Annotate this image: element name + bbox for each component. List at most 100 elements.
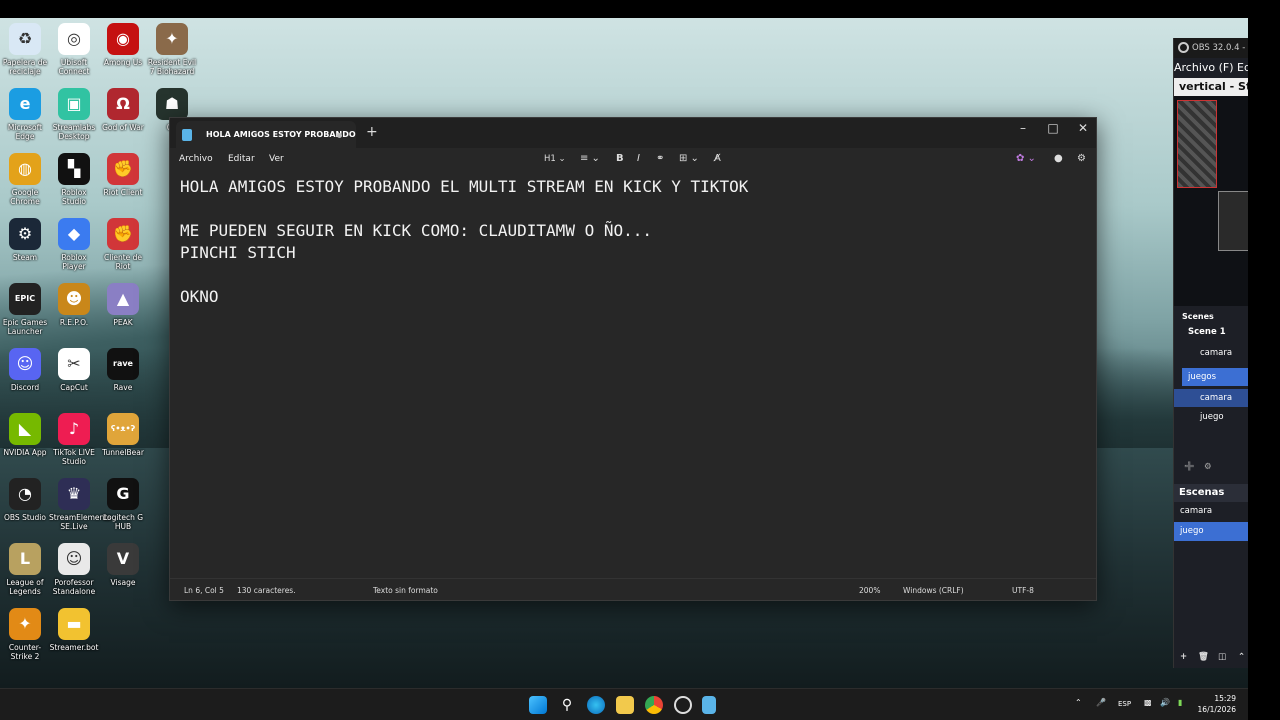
obs-add-scene-icon[interactable]: + <box>1180 652 1187 662</box>
status-char-count: 130 caracteres. <box>237 586 296 595</box>
desktop-icon[interactable]: ◎ Ubisoft Connect <box>49 23 99 76</box>
desktop-icon[interactable]: ♛ StreamElements SE.Live <box>49 478 111 531</box>
heading-select[interactable]: H1 ⌄ <box>544 154 566 164</box>
menu-ver[interactable]: Ver <box>269 154 284 164</box>
network-icon[interactable]: ▩ <box>1144 698 1152 707</box>
obs-titlebar[interactable]: OBS 32.0.4 - <box>1174 38 1248 58</box>
desktop-icon-label: Rave <box>113 383 133 392</box>
copilot-icon[interactable]: ✿ ⌄ <box>1016 153 1036 164</box>
desktop-icon[interactable]: ◍ Google Chrome <box>0 153 50 206</box>
desktop-icon[interactable]: EPIC Epic Games Launcher <box>0 283 50 336</box>
obs-add-icon[interactable]: ➕ <box>1184 462 1195 472</box>
desktop-icon[interactable]: ▣ Streamlabs Desktop <box>49 88 99 141</box>
obs-source-row[interactable]: camara <box>1174 344 1248 362</box>
status-line-ending[interactable]: Windows (CRLF) <box>903 586 964 595</box>
desktop-icon[interactable]: ☺ Discord <box>0 348 50 392</box>
obs-source-row[interactable]: juego <box>1174 408 1248 426</box>
desktop-icon[interactable]: G Logitech G HUB <box>98 478 148 531</box>
battery-icon[interactable]: ▮ <box>1178 698 1182 707</box>
microphone-icon[interactable]: 🎤 <box>1096 698 1106 707</box>
desktop-icon[interactable]: ◣ NVIDIA App <box>0 413 50 457</box>
obs-up-icon[interactable]: ⌃ <box>1238 652 1245 662</box>
notepad-editor[interactable]: HOLA AMIGOS ESTOY PROBANDO EL MULTI STRE… <box>180 176 1080 308</box>
desktop-icon[interactable]: ♪ TikTok LIVE Studio <box>49 413 99 466</box>
desktop-icon-label: Papelera de reciclaje <box>2 58 48 76</box>
menu-archivo[interactable]: Archivo <box>179 154 213 164</box>
list-icon[interactable]: ≡ ⌄ <box>580 153 600 164</box>
desktop-icon-label: CapCut <box>60 383 88 392</box>
status-zoom[interactable]: 200% <box>859 586 880 595</box>
desktop-icon[interactable]: ✊ Cliente de Riot <box>98 218 148 271</box>
obs-gear-icon[interactable]: ⚙ <box>1204 462 1212 472</box>
desktop-icon[interactable]: ◔ OBS Studio <box>0 478 50 522</box>
obs-preview[interactable] <box>1174 96 1248 306</box>
desktop-app-icon: Ω <box>107 88 139 120</box>
desktop-icon[interactable]: e Microsoft Edge <box>0 88 50 141</box>
obs-escena-label: juego <box>1180 526 1204 536</box>
tray-chevron-icon[interactable]: ⌃ <box>1075 698 1082 707</box>
desktop-icon[interactable]: ◉ Among Us <box>98 23 148 67</box>
edge-icon[interactable] <box>587 696 605 714</box>
file-explorer-icon[interactable] <box>616 696 634 714</box>
desktop-icon[interactable]: ▚ Roblox Studio <box>49 153 99 206</box>
obs-scene-name[interactable]: Scene 1 <box>1188 327 1226 337</box>
notepad-window[interactable]: HOLA AMIGOS ESTOY PROBANDO + – □ ✕ Archi… <box>169 117 1097 601</box>
status-encoding[interactable]: UTF-8 <box>1012 586 1034 595</box>
desktop-icon[interactable]: ✦ Resident Evil 7 Biohazard <box>147 23 197 76</box>
obs-escena-row[interactable]: juego <box>1174 522 1248 541</box>
notepad-taskbar-icon[interactable] <box>702 696 716 714</box>
obs-remove-scene-icon[interactable]: 🗑 <box>1198 652 1209 662</box>
desktop-icon[interactable]: L League of Legends <box>0 543 50 596</box>
italic-button[interactable]: I <box>637 153 640 164</box>
desktop-icon-label: Streamlabs Desktop <box>52 123 96 141</box>
desktop-icon[interactable]: ✂ CapCut <box>49 348 99 392</box>
chrome-icon[interactable] <box>645 696 663 714</box>
volume-icon[interactable]: 🔊 <box>1160 698 1170 707</box>
obs-window[interactable]: OBS 32.0.4 - Archivo (F) Edita vertical … <box>1173 38 1248 668</box>
obs-source-label: camara <box>1200 393 1233 403</box>
desktop-icon-label: TunnelBear <box>102 448 144 457</box>
desktop-icon[interactable]: Ω God of War <box>98 88 148 132</box>
obs-escena-row[interactable]: camara <box>1174 502 1248 520</box>
notepad-titlebar[interactable]: HOLA AMIGOS ESTOY PROBANDO + – □ ✕ <box>170 118 1096 148</box>
minimize-button[interactable]: – <box>1008 121 1038 135</box>
close-button[interactable]: ✕ <box>1068 121 1098 135</box>
new-tab-button[interactable]: + <box>366 124 378 140</box>
settings-gear-icon[interactable]: ⚙ <box>1077 153 1086 164</box>
desktop-app-icon: ✦ <box>156 23 188 55</box>
desktop-icon[interactable]: ✊ Riot Client <box>98 153 148 197</box>
maximize-button[interactable]: □ <box>1038 121 1068 135</box>
desktop-icon[interactable]: ♻ Papelera de reciclaje <box>0 23 50 76</box>
obs-scenes-label: Scenes <box>1182 312 1214 321</box>
desktop-app-icon: ♛ <box>58 478 90 510</box>
desktop-icon[interactable]: ▲ PEAK <box>98 283 148 327</box>
system-clock[interactable]: 15:29 16/1/2026 <box>1198 693 1236 715</box>
desktop-icon[interactable]: ◆ Roblox Player <box>49 218 99 271</box>
desktop-icon[interactable]: ▬ Streamer.bot <box>49 608 99 652</box>
desktop-icon[interactable]: ✦ Counter-Strike 2 <box>0 608 50 661</box>
bold-button[interactable]: B <box>616 153 624 164</box>
obs-taskbar-icon[interactable] <box>674 696 692 714</box>
link-icon[interactable]: ⚭ <box>656 153 664 164</box>
account-icon[interactable]: ● <box>1054 153 1063 164</box>
desktop-icon[interactable]: V Visage <box>98 543 148 587</box>
status-format[interactable]: Texto sin formato <box>373 586 438 595</box>
start-windows-icon[interactable] <box>529 696 547 714</box>
desktop-icon[interactable]: ⚙ Steam <box>0 218 50 262</box>
obs-source-row[interactable]: juegos <box>1182 368 1248 386</box>
obs-menubar[interactable]: Archivo (F) Edita <box>1174 58 1248 78</box>
table-icon[interactable]: ⊞ ⌄ <box>679 153 699 164</box>
unsaved-dot-icon[interactable] <box>337 133 342 138</box>
obs-source-row[interactable]: camara <box>1174 389 1248 407</box>
notepad-tab[interactable]: HOLA AMIGOS ESTOY PROBANDO <box>176 121 356 148</box>
menu-editar[interactable]: Editar <box>228 154 255 164</box>
desktop-icon[interactable]: rave Rave <box>98 348 148 392</box>
desktop-icon[interactable]: ☻ R.E.P.O. <box>49 283 99 327</box>
language-indicator[interactable]: ESP <box>1118 700 1131 708</box>
desktop-app-icon: ⚙ <box>9 218 41 250</box>
desktop-icon[interactable]: ʕ•ᴥ•ʔ TunnelBear <box>98 413 148 457</box>
search-icon[interactable]: ⚲ <box>558 696 576 714</box>
clear-format-icon[interactable]: A̸ <box>714 153 721 164</box>
obs-filter-icon[interactable]: ◫ <box>1218 652 1226 662</box>
desktop-icon[interactable]: ☺ Porofessor Standalone <box>49 543 99 596</box>
